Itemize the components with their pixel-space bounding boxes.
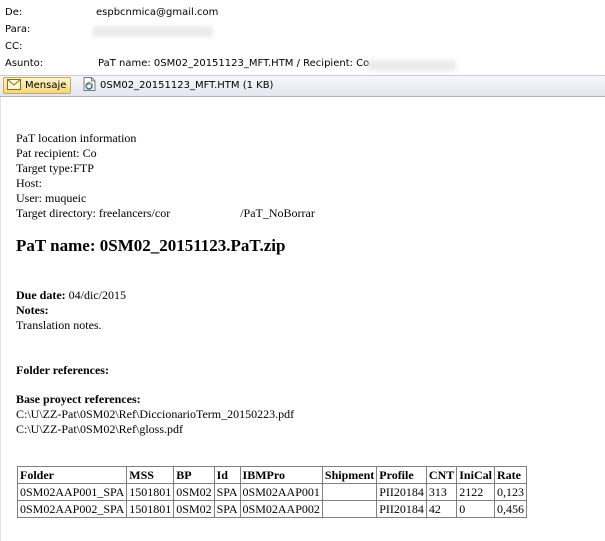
table-cell: 313: [425, 483, 458, 501]
target-directory-suffix: /PaT_NoBorrar: [240, 206, 315, 220]
table-cell: 0,456: [493, 500, 527, 518]
attachment-bar: Mensaje 0SM02_20151123_MFT.HTM (1 KB): [0, 76, 605, 97]
folder-references-heading: Folder references:: [16, 363, 109, 377]
folder-table: Folder MSS BP Id IBMPro Shipment Profile…: [16, 466, 527, 518]
table-cell: 0: [456, 500, 495, 518]
table-cell: 0SM02: [173, 500, 215, 518]
pat-recipient: Pat recipient: Co: [16, 146, 97, 160]
table-row: 0SM02AAP002_SPA 1501801 0SM02 SPA 0SM02A…: [16, 500, 527, 518]
table-cell: SPA: [213, 483, 241, 501]
redacted-subject: [368, 60, 456, 71]
to-label: Para:: [5, 24, 31, 35]
table-cell: 0SM02AAP001_SPA: [16, 483, 128, 501]
table-cell: [321, 500, 378, 518]
table-cell: 2122: [456, 483, 495, 501]
base-references-heading: Base proyect references:: [16, 392, 141, 406]
due-date: Due date: 04/dic/2015: [16, 288, 126, 303]
table-cell: PII20184: [376, 500, 427, 518]
column-header: MSS: [126, 466, 175, 484]
column-header: BP: [173, 466, 215, 484]
table-cell: 0SM02AAP001: [239, 483, 323, 501]
due-date-value: 04/dic/2015: [68, 288, 126, 302]
table-cell: 0SM02AAP002: [239, 500, 323, 518]
reference-path-2: C:\U\ZZ-Pat\0SM02\Ref\gloss.pdf: [16, 422, 184, 436]
message-tab-label: Mensaje: [25, 80, 67, 91]
table-cell: 0SM02: [173, 483, 215, 501]
table-cell: [321, 483, 378, 501]
column-header: Profile: [376, 466, 427, 484]
table-cell: 1501801: [126, 500, 175, 518]
target-directory: Target directory: freelancers/cor/PaT_No…: [16, 206, 315, 221]
reference-path-1: C:\U\ZZ-Pat\0SM02\Ref\DiccionarioTerm_20…: [16, 407, 295, 421]
table-row: 0SM02AAP001_SPA 1501801 0SM02 SPA 0SM02A…: [16, 483, 527, 501]
column-header: Id: [213, 466, 241, 484]
table-header-row: Folder MSS BP Id IBMPro Shipment Profile…: [16, 466, 527, 484]
column-header: CNT: [425, 466, 458, 484]
cc-label: CC:: [5, 41, 23, 52]
column-header: IBMPro: [239, 466, 323, 484]
target-directory-prefix: Target directory: freelancers/cor: [16, 206, 171, 220]
table-cell: 1501801: [126, 483, 175, 501]
host: Host:: [16, 176, 43, 190]
internet-explorer-document-icon: [83, 77, 96, 94]
user: User: muqueic: [16, 191, 87, 205]
notes-value: Translation notes.: [16, 318, 102, 332]
envelope-icon: [7, 78, 21, 93]
from-label: De:: [5, 7, 23, 18]
pat-name-title: PaT name: 0SM02_20151123.PaT.zip: [16, 236, 286, 255]
table-cell: SPA: [213, 500, 241, 518]
message-header: De: espbcnmica@gmail.com Para: CC: Asunt…: [0, 0, 605, 76]
notes-label: Notes:: [16, 303, 49, 317]
message-tab[interactable]: Mensaje: [3, 77, 72, 94]
table-cell: 0,123: [493, 483, 527, 501]
table-cell: 42: [425, 500, 458, 518]
column-header: Rate: [493, 466, 527, 484]
table-cell: PII20184: [376, 483, 427, 501]
attachment-file-tab[interactable]: 0SM02_20151123_MFT.HTM (1 KB): [80, 77, 277, 94]
redacted-recipient: [93, 26, 213, 37]
column-header: Folder: [16, 466, 128, 484]
target-type: Target type:FTP: [16, 161, 94, 175]
column-header: IniCal: [456, 466, 495, 484]
subject-value: PaT name: 0SM02_20151123_MFT.HTM / Recip…: [98, 58, 370, 69]
table-cell: 0SM02AAP002_SPA: [16, 500, 128, 518]
due-date-label: Due date:: [16, 288, 66, 302]
from-value[interactable]: espbcnmica@gmail.com: [96, 7, 218, 18]
location-heading: PaT location information: [16, 131, 137, 145]
attachment-file-label: 0SM02_20151123_MFT.HTM (1 KB): [100, 80, 274, 91]
column-header: Shipment: [321, 466, 378, 484]
subject-label: Asunto:: [5, 58, 44, 69]
